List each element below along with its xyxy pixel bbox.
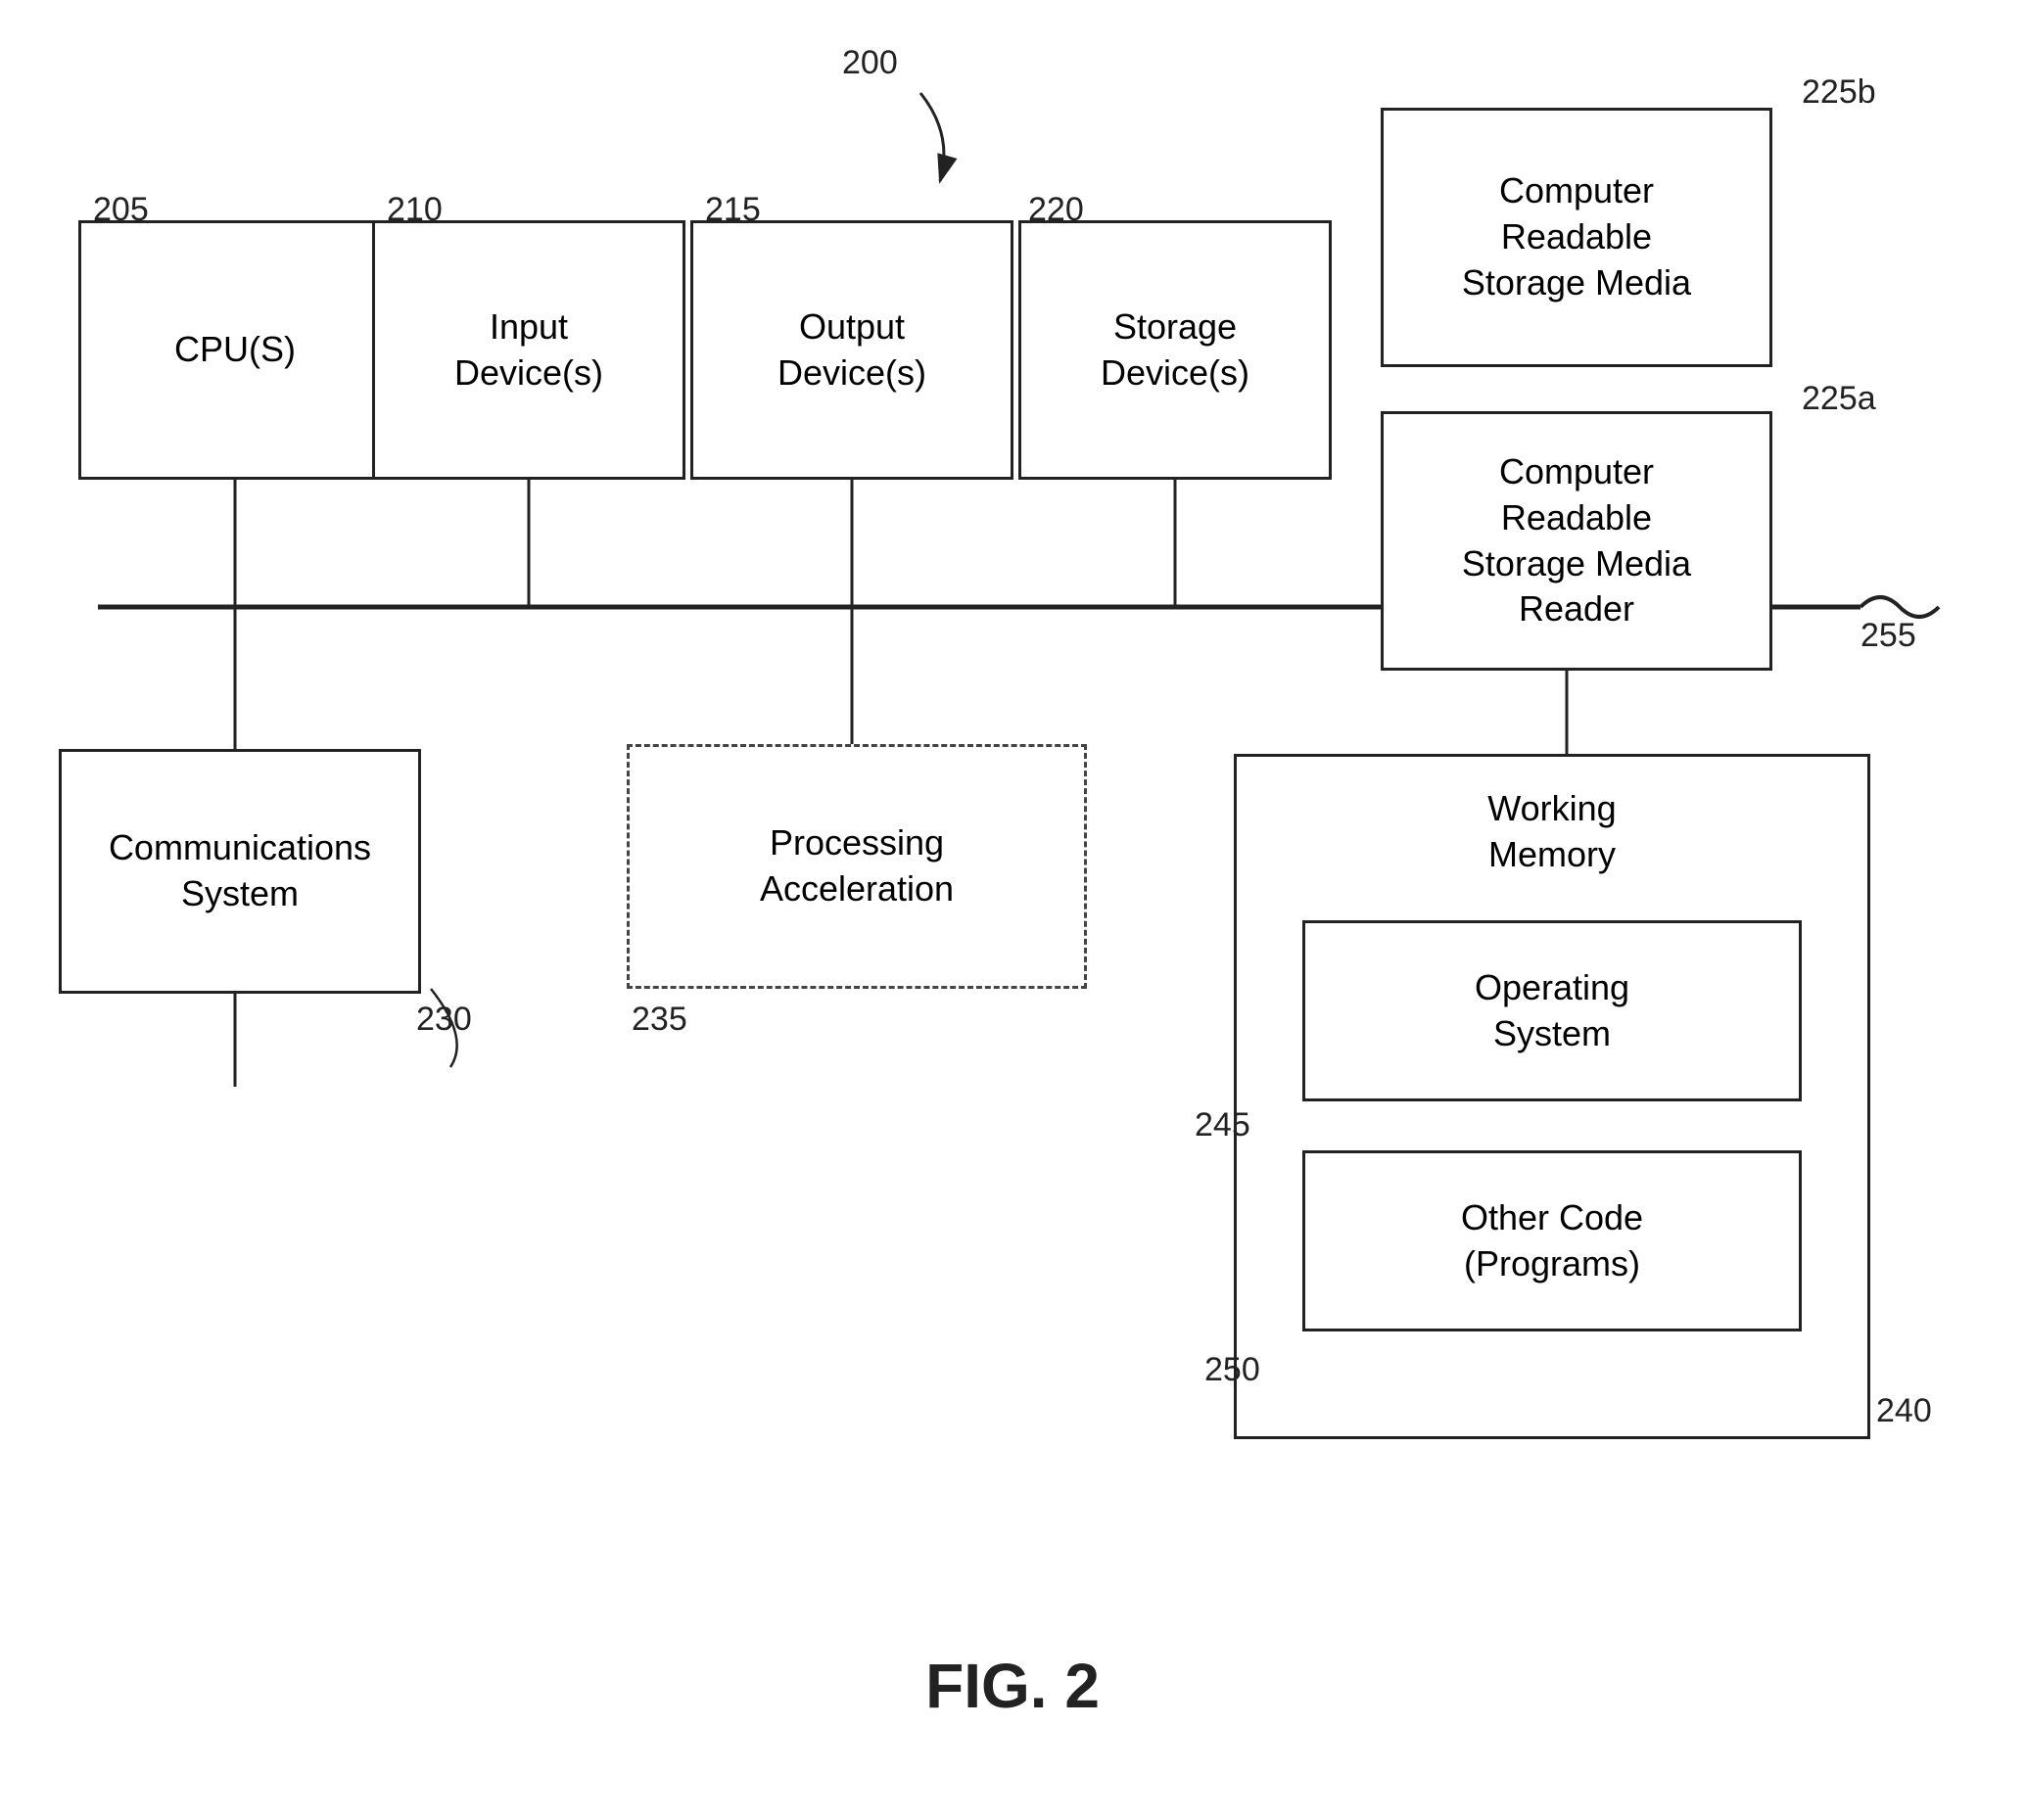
cpu-label: CPU(S) — [174, 327, 296, 373]
cpu-box: CPU(S) — [78, 220, 392, 480]
ref-250: 250 — [1204, 1351, 1260, 1389]
crsm-label: ComputerReadableStorage Media — [1462, 168, 1691, 305]
ref-225a: 225a — [1802, 380, 1876, 418]
working-memory-label: WorkingMemory — [1237, 786, 1867, 878]
crsm-box: ComputerReadableStorage Media — [1381, 108, 1772, 367]
output-device-box: OutputDevice(s) — [690, 220, 1013, 480]
proc-accel-box: ProcessingAcceleration — [627, 744, 1087, 989]
output-device-label: OutputDevice(s) — [777, 304, 926, 397]
ref-200: 200 — [842, 44, 898, 82]
input-device-box: InputDevice(s) — [372, 220, 685, 480]
other-code-label: Other Code(Programs) — [1461, 1195, 1643, 1287]
input-device-label: InputDevice(s) — [454, 304, 603, 397]
comm-system-box: CommunicationsSystem — [59, 749, 421, 994]
ref-240: 240 — [1876, 1392, 1932, 1430]
figure-label: FIG. 2 — [0, 1650, 2025, 1722]
ref-245: 245 — [1195, 1106, 1250, 1144]
operating-system-label: OperatingSystem — [1475, 965, 1629, 1057]
comm-system-label: CommunicationsSystem — [109, 825, 371, 917]
proc-accel-label: ProcessingAcceleration — [760, 820, 954, 912]
other-code-box: Other Code(Programs) — [1302, 1150, 1802, 1331]
crsm-reader-label: ComputerReadableStorage MediaReader — [1462, 449, 1691, 632]
storage-device-box: StorageDevice(s) — [1018, 220, 1332, 480]
ref-255: 255 — [1860, 617, 1916, 655]
crsm-reader-box: ComputerReadableStorage MediaReader — [1381, 411, 1772, 671]
ref-230: 230 — [416, 1001, 472, 1039]
ref-225b: 225b — [1802, 73, 1876, 112]
storage-device-label: StorageDevice(s) — [1101, 304, 1249, 397]
ref-235: 235 — [632, 1001, 687, 1039]
diagram: 200 205 CPU(S) 210 InputDevice(s) 215 Ou… — [0, 0, 2025, 1820]
operating-system-box: OperatingSystem — [1302, 920, 1802, 1101]
